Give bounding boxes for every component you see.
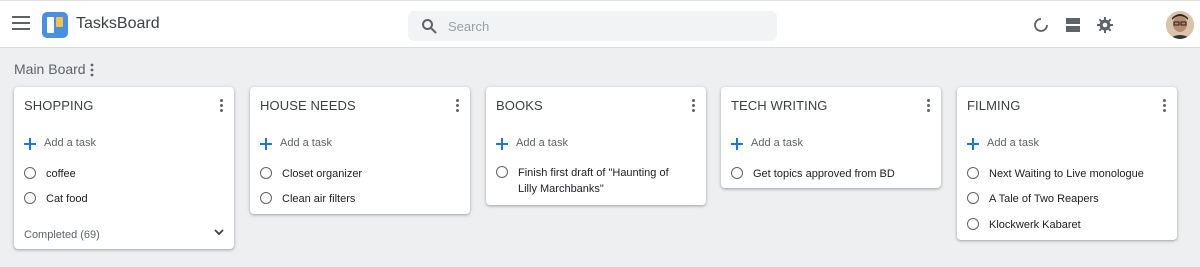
menu-icon[interactable] xyxy=(12,16,30,32)
task-text: Next Waiting to Live monologue xyxy=(989,168,1144,180)
plus-icon xyxy=(967,138,979,150)
task-text: Klockwerk Kabaret xyxy=(989,219,1081,231)
more-vert-icon[interactable] xyxy=(1161,99,1167,113)
column-title: TECH WRITING xyxy=(731,98,828,113)
list-column-shopping: SHOPPING Add a task coffee Cat food Comp… xyxy=(14,87,234,249)
task-text: A Tale of Two Reapers xyxy=(989,193,1099,205)
list-column-filming: FILMING Add a task Next Waiting to Live … xyxy=(957,87,1177,240)
app-title: TasksBoard xyxy=(76,15,160,32)
list-column-books: BOOKS Add a task Finish first draft of "… xyxy=(486,87,706,205)
radio-circle-icon[interactable] xyxy=(496,166,508,178)
list-column-tech-writing: TECH WRITING Add a task Get topics appro… xyxy=(721,87,941,188)
gear-icon[interactable] xyxy=(1096,16,1114,34)
plus-icon xyxy=(24,138,36,150)
chevron-down-icon xyxy=(214,229,224,236)
radio-circle-icon[interactable] xyxy=(967,192,979,204)
column-title: HOUSE NEEDS xyxy=(260,98,356,113)
search-bar[interactable] xyxy=(408,11,777,41)
radio-circle-icon[interactable] xyxy=(260,192,272,204)
avatar[interactable] xyxy=(1166,11,1194,39)
plus-icon xyxy=(731,138,743,150)
task-text: coffee xyxy=(46,168,76,180)
task-text: Closet organizer xyxy=(282,168,363,180)
radio-circle-icon[interactable] xyxy=(967,167,979,179)
column-title: BOOKS xyxy=(496,98,543,113)
tasksboard-logo[interactable] xyxy=(42,12,68,38)
radio-circle-icon[interactable] xyxy=(24,192,36,204)
plus-icon xyxy=(496,138,508,150)
column-title: SHOPPING xyxy=(24,98,94,113)
top-app-bar: TasksBoard xyxy=(0,0,1200,48)
task-text: Get topics approved from BD xyxy=(753,168,895,180)
more-vert-icon[interactable] xyxy=(454,99,460,113)
refresh-icon[interactable] xyxy=(1032,16,1050,34)
more-vert-icon[interactable] xyxy=(690,99,696,113)
search-icon xyxy=(422,19,437,34)
radio-circle-icon[interactable] xyxy=(260,167,272,179)
radio-circle-icon[interactable] xyxy=(24,167,36,179)
view-toggle-icon[interactable] xyxy=(1064,16,1082,34)
list-column-house-needs: HOUSE NEEDS Add a task Closet organizer … xyxy=(250,87,470,214)
radio-circle-icon[interactable] xyxy=(967,218,979,230)
search-input[interactable] xyxy=(448,17,758,35)
task-text: Finish first draft of "Haunting of Lilly… xyxy=(518,167,669,195)
task-text: Cat food xyxy=(46,193,88,205)
board-title: Main Board xyxy=(14,61,86,77)
task-text: Clean air filters xyxy=(282,193,356,205)
plus-icon xyxy=(260,138,272,150)
radio-circle-icon[interactable] xyxy=(731,167,743,179)
column-title: FILMING xyxy=(967,98,1021,113)
completed-section-toggle[interactable]: Completed (69) xyxy=(24,225,224,241)
completed-label: Completed (69) xyxy=(24,229,100,241)
more-vert-icon[interactable] xyxy=(218,99,224,113)
more-vert-icon[interactable] xyxy=(925,99,931,113)
board-more-icon[interactable] xyxy=(88,63,96,77)
